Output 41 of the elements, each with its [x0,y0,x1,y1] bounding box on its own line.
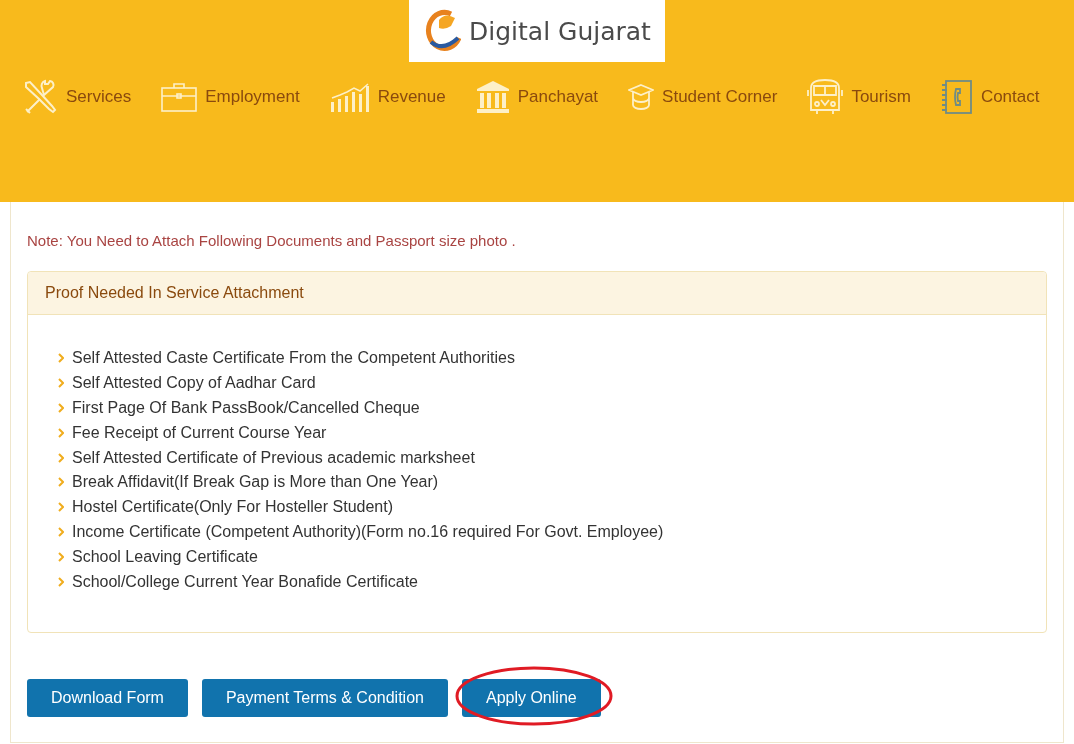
nav-link[interactable]: Contact [940,76,1040,118]
nav-link[interactable]: Student Corner [628,76,778,118]
nav-link[interactable]: Revenue [329,76,446,118]
nav-link[interactable]: Panchayat [475,76,599,118]
chevron-icon [58,353,64,364]
logo-icon [425,8,461,54]
chevron-icon [58,502,64,513]
tools-icon [22,79,58,115]
document-item: Self Attested Copy of Aadhar Card [72,374,316,393]
bar-chart-icon [329,82,370,112]
briefcase-icon [161,82,198,112]
document-item: Break Affidavit(If Break Gap is More than One Year) [72,473,439,492]
graduation-cap-icon [628,83,655,111]
document-item: Self Attested Certificate of Previous academic marksheet [72,448,475,467]
document-item: Self Attested Caste Certificate From the Competent Authorities [72,349,515,368]
nav-link[interactable]: Tourism [807,76,911,118]
building-icon [475,80,510,114]
document-item: First Page Of Bank PassBook/Cancelled Cheque [72,399,420,417]
document-item: Fee Receipt of Current Course Year [72,423,327,442]
phone-book-icon [940,79,973,115]
note-text: Note: You Need to Attach Following Documents and Passport size photo . [27,232,517,249]
bus-icon [807,78,844,116]
action-button[interactable]: Download Form [27,679,188,717]
document-item: Income Certificate (Competent Authority)(Form no.16 required For Govt. Employee) [72,522,664,541]
nav-link[interactable]: Services [22,76,132,118]
document-item: School/College Current Year Bonafide Certificate [72,572,418,591]
chevron-icon [58,427,64,438]
chevron-icon [58,403,64,413]
action-button[interactable]: Apply Online [461,679,601,717]
site-title: Digital Gujarat [469,16,651,46]
panel-heading: Proof Needed In Service Attachment [28,272,1046,315]
document-item: School Leaving Certificate [72,547,258,566]
chevron-icon [58,526,64,537]
chevron-icon [58,551,64,562]
chevron-icon [58,452,64,463]
chevron-icon [58,576,64,587]
document-item: Hostel Certificate(Only For Hosteller Student) [72,498,393,517]
action-button[interactable]: Payment Terms & Condition [201,679,448,717]
chevron-icon [58,378,64,389]
chevron-icon [58,477,64,488]
nav-link[interactable]: Employment [161,76,300,118]
